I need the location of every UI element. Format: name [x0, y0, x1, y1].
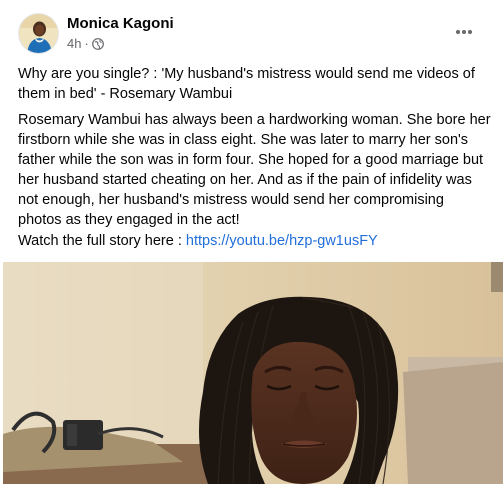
watch-line: Watch the full story here : https://yout… [18, 231, 491, 251]
facebook-post: Monica Kagoni 4h · Why are you single? :… [0, 0, 503, 484]
post-photo[interactable] [3, 262, 503, 484]
author-name[interactable]: Monica Kagoni [67, 15, 174, 32]
avatar-image [19, 14, 58, 53]
watch-label: Watch the full story here : [18, 233, 186, 249]
post-time[interactable]: 4h [67, 36, 81, 51]
more-options-icon [456, 30, 472, 34]
youtube-link[interactable]: https://youtu.be/hzp-gw1usFY [186, 233, 378, 249]
post-title: Why are you single? : 'My husband's mist… [18, 66, 475, 102]
more-options-button[interactable] [451, 19, 477, 45]
post-meta: 4h · [67, 36, 104, 51]
post-header: Monica Kagoni 4h · [18, 13, 489, 57]
meta-separator-dot: · [84, 36, 89, 51]
post-body: Rosemary Wambui has always been a hardwo… [18, 112, 491, 228]
globe-icon[interactable] [91, 37, 104, 50]
author-avatar[interactable] [18, 13, 59, 54]
woman-crying-photo [3, 262, 503, 484]
